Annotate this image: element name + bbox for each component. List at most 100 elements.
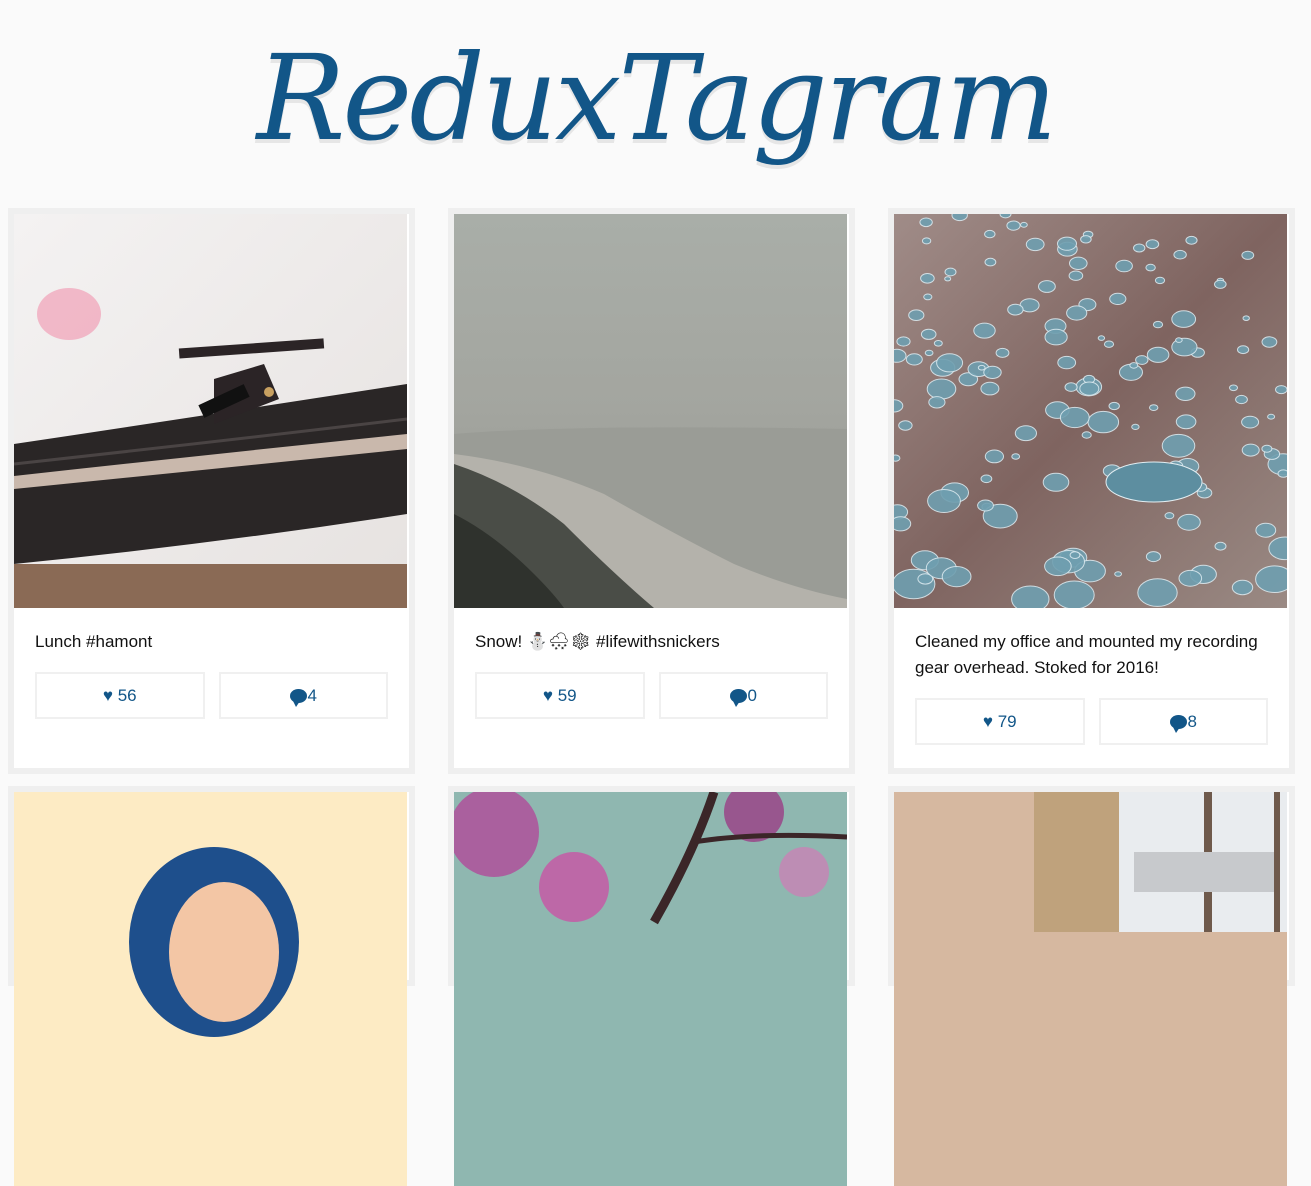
post-controls: ♥ 59 0 — [454, 655, 849, 719]
photo-grid: Lunch #hamont ♥ 56 4 Snow! ⛄🌨❄ #lifewith… — [0, 0, 1311, 1186]
water-droplet — [1025, 237, 1045, 252]
post-card: Lunch #hamont ♥ 56 4 — [8, 208, 415, 774]
water-droplet — [1006, 220, 1021, 231]
water-droplet — [936, 353, 964, 373]
water-droplet — [1064, 382, 1078, 392]
post-photo-water-droplets[interactable] — [894, 214, 1287, 608]
water-droplet — [1237, 345, 1250, 355]
water-droplet — [1057, 236, 1077, 251]
water-droplet — [1053, 580, 1095, 608]
water-droplet — [1080, 235, 1092, 244]
comments-button[interactable]: 8 — [1098, 698, 1268, 745]
water-droplet — [924, 349, 934, 357]
water-droplet — [1133, 243, 1146, 253]
water-droplet — [1114, 571, 1123, 577]
water-droplet — [1011, 585, 1050, 608]
water-droplet — [1161, 433, 1196, 458]
water-droplet — [1229, 384, 1238, 392]
record-player-image — [14, 214, 407, 608]
water-droplet — [1103, 340, 1115, 348]
water-droplet — [1214, 541, 1227, 551]
post-photo-portrait[interactable] — [14, 792, 407, 1186]
comments-button[interactable]: 0 — [658, 672, 828, 719]
water-droplet — [1014, 425, 1037, 442]
water-droplet — [1185, 235, 1198, 245]
water-droplet — [1137, 578, 1178, 607]
comment-count: 8 — [1187, 711, 1197, 731]
water-droplet — [1129, 362, 1139, 369]
water-droplet — [1275, 385, 1287, 395]
water-droplet — [1255, 565, 1287, 593]
cherry-blossom-image — [454, 792, 847, 1186]
water-droplet — [977, 364, 986, 371]
water-droplet — [995, 347, 1010, 358]
water-droplet — [927, 489, 961, 513]
water-droplet — [1241, 250, 1255, 260]
water-droplet — [984, 229, 996, 239]
water-droplet — [920, 273, 935, 284]
water-droplet — [1255, 522, 1277, 538]
water-droplet — [1152, 320, 1164, 329]
foggy-beach-image — [454, 214, 847, 608]
water-droplet — [1154, 276, 1166, 285]
post-card — [888, 786, 1295, 1186]
water-droplet — [894, 454, 901, 462]
water-droplet — [1097, 335, 1106, 341]
post-caption: Snow! ⛄🌨❄ #lifewithsnickers — [475, 632, 720, 651]
water-droplet — [1109, 292, 1127, 306]
water-droplet — [1108, 401, 1120, 411]
like-button[interactable]: ♥ 56 — [35, 672, 205, 719]
post-photo-cherry-blossom[interactable] — [454, 792, 847, 1186]
water-droplet — [1173, 249, 1187, 260]
comments-button[interactable]: 4 — [218, 672, 388, 719]
water-droplet — [1081, 431, 1092, 439]
post-card: Cleaned my office and mounted my recordi… — [888, 208, 1295, 774]
portrait-image — [14, 792, 407, 1186]
water-droplet — [920, 328, 937, 340]
water-droplet — [928, 396, 946, 409]
water-droplet — [984, 449, 1005, 464]
post-controls: ♥ 79 8 — [894, 681, 1289, 745]
water-droplet — [1261, 336, 1278, 348]
post-photo-foggy-beach[interactable] — [454, 214, 847, 608]
post-controls: ♥ 56 4 — [14, 655, 409, 719]
water-droplet — [1068, 270, 1084, 281]
water-droplet — [944, 276, 952, 282]
comment-count: 0 — [747, 685, 757, 705]
large-water-droplet — [1105, 461, 1203, 503]
water-droplet — [1087, 410, 1120, 434]
water-droplet — [951, 214, 968, 222]
water-droplet — [1069, 256, 1088, 270]
water-droplet — [1131, 423, 1140, 430]
water-droplet — [944, 267, 957, 277]
water-droplet — [980, 474, 993, 484]
water-droplet — [1175, 386, 1196, 402]
post-photo-record-player[interactable] — [14, 214, 407, 608]
post-caption: Cleaned my office and mounted my recordi… — [915, 632, 1258, 677]
water-droplet — [1042, 472, 1070, 492]
water-droplet — [1044, 328, 1068, 346]
water-droplet — [1135, 355, 1149, 365]
water-droplet — [1011, 453, 1021, 460]
post-photo-cafe-window[interactable] — [894, 792, 1287, 1186]
water-droplet — [1149, 404, 1159, 412]
water-droplet — [894, 516, 912, 532]
water-droplet — [1038, 280, 1056, 293]
like-button[interactable]: ♥ 79 — [915, 698, 1085, 745]
water-droplet — [1175, 414, 1197, 430]
water-droplet — [973, 322, 996, 339]
post-card: Snow! ⛄🌨❄ #lifewithsnickers ♥ 59 0 — [448, 208, 855, 774]
water-droplet — [1007, 303, 1024, 316]
like-button[interactable]: ♥ 59 — [475, 672, 645, 719]
water-droplet — [1267, 413, 1276, 420]
water-droplet — [898, 420, 913, 431]
water-droplet — [1241, 415, 1260, 429]
post-caption: Lunch #hamont — [35, 632, 153, 651]
like-count: ♥ 56 — [102, 685, 137, 705]
post-card — [448, 786, 855, 1186]
water-droplet — [923, 293, 933, 301]
water-droplet — [1235, 394, 1248, 405]
water-droplet — [1231, 579, 1254, 596]
water-droplet — [1178, 569, 1203, 587]
water-droplet — [941, 566, 972, 588]
